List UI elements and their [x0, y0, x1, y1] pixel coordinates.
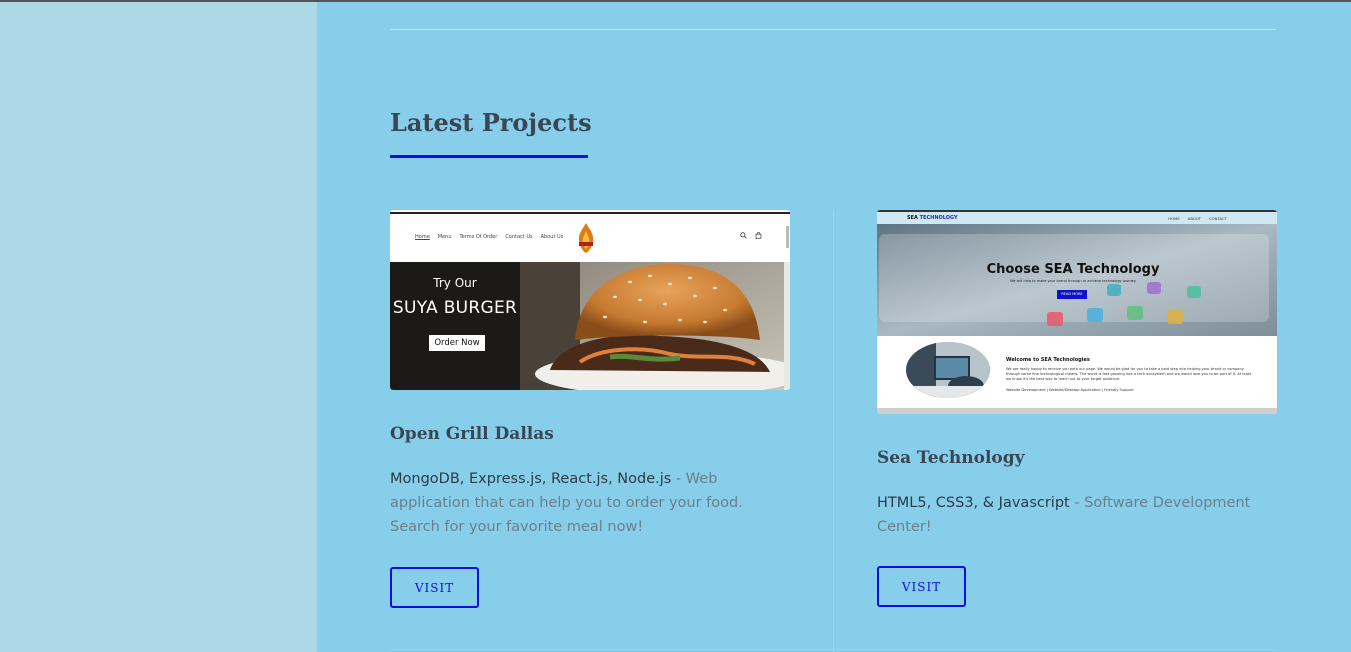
projects-section: Latest Projects Home Menu Terms Of Order…: [317, 2, 1351, 652]
thumbnail-welcome-section: Welcome to SEA Technologies We are reall…: [877, 336, 1277, 408]
hero-subtitle: We will help to make your brand through …: [1010, 279, 1136, 283]
banner-line2: SUYA BURGER: [392, 298, 518, 318]
thumbnail-scroll-track: [784, 262, 790, 390]
visit-button[interactable]: VISIT: [390, 567, 479, 608]
search-icon: [740, 232, 747, 239]
thumbnail-nav-link: CONTACT: [1208, 216, 1227, 221]
section-title: Latest Projects: [390, 108, 592, 137]
thumbnail-hero: Choose SEA Technology We will help to ma…: [877, 224, 1277, 336]
project-thumbnail-sea-technology[interactable]: SEA TECHNOLOGY HOME ABOUT CONTACT Choose…: [877, 210, 1277, 414]
thumbnail-nav-link: Terms Of Order: [459, 234, 498, 240]
thumbnail-nav-link: ABOUT: [1187, 216, 1201, 221]
project-thumbnail-open-grill[interactable]: Home Menu Terms Of Order Contact Us Abou…: [390, 210, 790, 390]
thumbnail-banner: Try Our SUYA BURGER Order Now: [390, 262, 520, 390]
title-underline: [390, 155, 588, 158]
thumbnail-nav-link: Contact Us: [505, 234, 533, 240]
project-card-open-grill: Home Menu Terms Of Order Contact Us Abou…: [390, 210, 790, 608]
brand-part1: SEA: [907, 215, 920, 221]
thumbnail-bottom-bar: [877, 408, 1277, 414]
burger-photo: [520, 262, 784, 390]
banner-line1: Try Our: [433, 276, 477, 290]
services-line: Website Development | Website/Desktop Ap…: [1006, 388, 1134, 392]
welcome-body: We are really happy to receive you onto …: [1006, 367, 1252, 381]
project-tech-stack: MongoDB, Express.js, React.js, Node.js: [390, 471, 672, 487]
thumbnail-nav-links: HOME ABOUT CONTACT: [1168, 216, 1227, 221]
bottom-divider: [390, 649, 1276, 650]
office-photo: [906, 342, 990, 398]
project-title: Open Grill Dallas: [390, 424, 554, 444]
thumbnail-nav: SEA TECHNOLOGY HOME ABOUT CONTACT: [877, 210, 1277, 224]
cart-icon: [755, 232, 762, 239]
thumbnail-nav-icons: [740, 232, 762, 239]
project-card-sea-technology: SEA TECHNOLOGY HOME ABOUT CONTACT Choose…: [877, 210, 1277, 607]
flame-logo-icon: [578, 223, 594, 253]
welcome-title: Welcome to SEA Technologies: [1006, 357, 1090, 363]
order-now-button: Order Now: [429, 335, 485, 351]
project-tech-stack: HTML5, CSS3, & Javascript: [877, 495, 1070, 511]
hero-title: Choose SEA Technology: [986, 262, 1160, 277]
thumbnail-nav-links: Home Menu Terms Of Order Contact Us Abou…: [415, 234, 563, 240]
thumbnail-nav-link: About Us: [540, 234, 564, 240]
project-description: HTML5, CSS3, & Javascript - Software Dev…: [877, 491, 1277, 539]
column-divider: [833, 210, 834, 652]
brand-part2: TECHNOLOGY: [919, 215, 958, 221]
thumbnail-nav: Home Menu Terms Of Order Contact Us Abou…: [390, 212, 790, 262]
thumbnail-brand: SEA TECHNOLOGY: [907, 215, 958, 221]
left-sidebar-panel: [0, 2, 317, 652]
thumbnail-nav-link: Home: [415, 234, 430, 240]
thumbnail-nav-link: HOME: [1168, 216, 1180, 221]
thumbnail-scrollbar: [786, 226, 789, 248]
project-title: Sea Technology: [877, 448, 1025, 468]
thumbnail-nav-link: Menu: [437, 234, 452, 240]
section-divider: [390, 29, 1276, 30]
read-more-button: READ MORE: [1057, 290, 1087, 299]
project-description: MongoDB, Express.js, React.js, Node.js -…: [390, 467, 790, 539]
visit-button[interactable]: VISIT: [877, 566, 966, 607]
